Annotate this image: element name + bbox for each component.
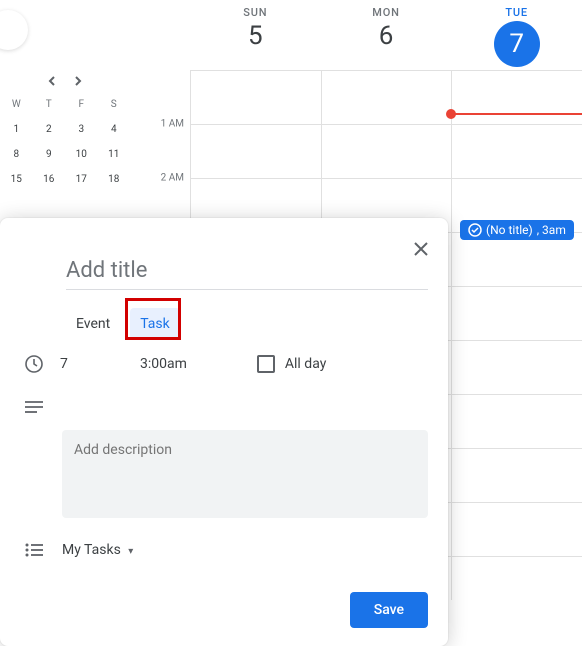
tasklist-dropdown[interactable]: My Tasks ▾ xyxy=(62,542,133,558)
mini-day[interactable]: 16 xyxy=(33,167,66,192)
mini-day[interactable]: 8 xyxy=(0,142,33,167)
mini-day[interactable]: 18 xyxy=(98,167,131,192)
mini-calendar-grid: W T F S 1 2 3 4 8 9 10 11 15 16 17 18 xyxy=(0,92,130,192)
allday-checkbox[interactable] xyxy=(257,355,275,373)
mini-day[interactable]: 11 xyxy=(98,142,131,167)
description-icon xyxy=(24,400,44,414)
dow-head: T xyxy=(33,92,66,117)
dow-head: W xyxy=(0,92,33,117)
title-input[interactable] xyxy=(66,254,428,290)
close-button[interactable] xyxy=(406,234,436,264)
task-check-icon xyxy=(468,223,482,237)
save-button[interactable]: Save xyxy=(350,592,428,628)
task-chip-time: , 3am xyxy=(537,223,566,237)
tasklist-row: My Tasks ▾ xyxy=(0,522,448,558)
description-input[interactable] xyxy=(62,430,428,518)
prev-month-button[interactable] xyxy=(47,76,57,86)
day-abbr: MON xyxy=(372,6,399,19)
time-field[interactable]: 3:00am xyxy=(140,356,187,372)
mini-day[interactable]: 9 xyxy=(33,142,66,167)
type-tabs: Event Task xyxy=(70,308,448,340)
day-headers: SUN 5 MON 6 TUE 7 xyxy=(190,0,582,70)
clock-icon xyxy=(24,354,44,374)
quick-create-modal: Event Task 7 3:00am All day My Tasks ▾ S… xyxy=(0,218,448,646)
tab-task[interactable]: Task xyxy=(130,308,180,340)
allday-label: All day xyxy=(285,356,326,372)
day-column-tue[interactable]: TUE 7 xyxy=(451,0,582,70)
dow-head: F xyxy=(65,92,98,117)
mini-day[interactable]: 3 xyxy=(65,117,98,142)
time-label: 2 AM xyxy=(161,173,184,184)
task-chip-title: (No title) xyxy=(486,223,533,237)
mini-day[interactable]: 10 xyxy=(65,142,98,167)
mini-calendar-nav xyxy=(0,70,130,92)
tasklist-label: My Tasks xyxy=(62,542,121,558)
day-number: 5 xyxy=(248,21,263,51)
mini-day[interactable]: 4 xyxy=(98,117,131,142)
list-icon xyxy=(24,543,44,557)
day-column-mon[interactable]: MON 6 xyxy=(321,0,452,70)
mini-calendar: W T F S 1 2 3 4 8 9 10 11 15 16 17 18 xyxy=(0,70,130,192)
mini-day[interactable]: 17 xyxy=(65,167,98,192)
dow-head: S xyxy=(98,92,131,117)
close-icon xyxy=(414,242,428,256)
description-row xyxy=(0,374,448,414)
day-column-sun[interactable]: SUN 5 xyxy=(190,0,321,70)
day-number: 6 xyxy=(379,21,394,51)
mini-day[interactable]: 1 xyxy=(0,117,33,142)
day-abbr: TUE xyxy=(505,6,528,19)
now-indicator-dot xyxy=(446,109,456,119)
tab-event[interactable]: Event xyxy=(70,308,116,340)
next-month-button[interactable] xyxy=(73,76,83,86)
create-fab-partial[interactable] xyxy=(0,10,28,50)
datetime-row: 7 3:00am All day xyxy=(0,340,448,374)
mini-day[interactable]: 15 xyxy=(0,167,33,192)
day-number-today: 7 xyxy=(494,21,540,67)
chevron-down-icon: ▾ xyxy=(128,546,133,557)
mini-day[interactable]: 2 xyxy=(33,117,66,142)
day-slot[interactable] xyxy=(451,70,582,600)
task-chip[interactable]: (No title) , 3am xyxy=(460,220,574,240)
time-label: 1 AM xyxy=(161,119,184,130)
date-field[interactable]: 7 xyxy=(60,356,110,372)
day-abbr: SUN xyxy=(243,6,267,19)
now-indicator-line xyxy=(450,113,582,115)
modal-actions: Save xyxy=(0,558,448,634)
